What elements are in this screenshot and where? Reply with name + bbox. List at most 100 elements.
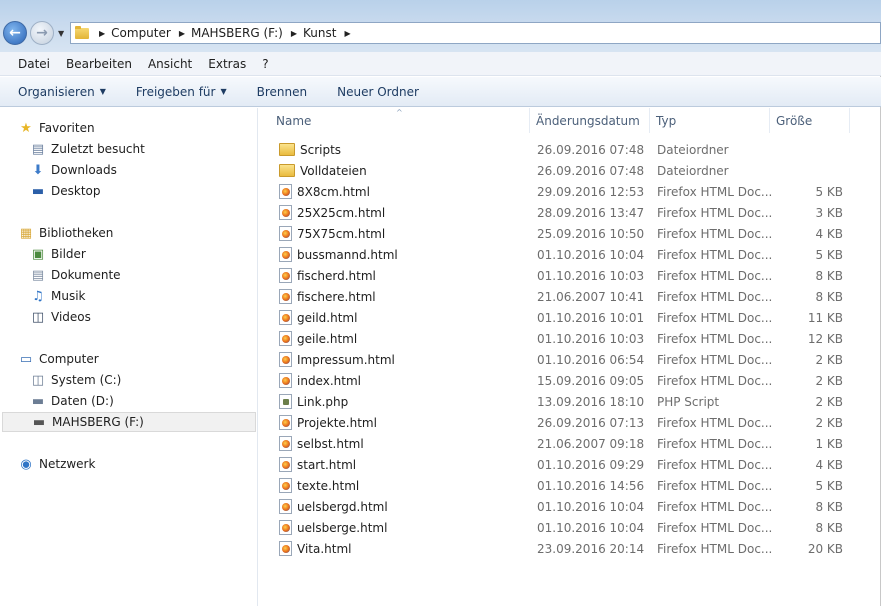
file-row[interactable]: 75X75cm.html 25.09.2016 10:50 Firefox HTML…: [259, 223, 880, 244]
nav-item-videos[interactable]: ◫ Videos: [30, 307, 91, 327]
file-row[interactable]: uelsbergd.html 01.10.2016 10:04 Firefox HT…: [259, 496, 880, 517]
file-row[interactable]: texte.html 01.10.2016 14:56 Firefox HTML D…: [259, 475, 880, 496]
file-row[interactable]: fischere.html 21.06.2007 10:41 Firefox HTM…: [259, 286, 880, 307]
nav-item-downloads[interactable]: ⬇ Downloads: [30, 160, 117, 180]
file-row[interactable]: start.html 01.10.2016 09:29 Firefox HTML D…: [259, 454, 880, 475]
recent-pages-dropdown-icon[interactable]: ▼: [58, 29, 64, 38]
nav-label: Zuletzt besucht: [51, 142, 145, 156]
file-type: Firefox HTML Doc...: [657, 478, 773, 493]
nav-item-documents[interactable]: ▤ Dokumente: [30, 265, 121, 285]
file-row[interactable]: geile.html 01.10.2016 10:03 Firefox HTML D…: [259, 328, 880, 349]
file-date: 01.10.2016 14:56: [537, 478, 645, 493]
nav-label: Bilder: [51, 247, 86, 261]
file-date: 25.09.2016 10:50: [537, 226, 645, 241]
forward-button[interactable]: →: [30, 21, 54, 45]
file-row[interactable]: 25X25cm.html 28.09.2016 13:47 Firefox HTML…: [259, 202, 880, 223]
menu-bearbeiten[interactable]: Bearbeiten: [58, 57, 140, 71]
firefox-html-icon: [279, 184, 292, 199]
file-row[interactable]: uelsberge.html 01.10.2016 10:04 Firefox HT…: [259, 517, 880, 538]
file-type: Firefox HTML Doc...: [657, 289, 773, 304]
breadcrumb-label: MAHSBERG (F:): [190, 26, 283, 40]
file-name: start.html: [297, 457, 357, 472]
file-name: bussmannd.html: [297, 247, 398, 262]
burn-button[interactable]: Brennen: [249, 85, 315, 99]
back-button[interactable]: ←: [3, 21, 27, 45]
file-row[interactable]: geild.html 01.10.2016 10:01 Firefox HTML D…: [259, 307, 880, 328]
nav-computer[interactable]: ▭ Computer: [18, 349, 99, 369]
file-row[interactable]: selbst.html 21.06.2007 09:18 Firefox HTML …: [259, 433, 880, 454]
share-button[interactable]: Freigeben für ▼: [128, 85, 235, 99]
menu-extras[interactable]: Extras: [200, 57, 254, 71]
nav-item-recent[interactable]: ▤ Zuletzt besucht: [30, 139, 145, 159]
nav-item-data-drive[interactable]: ▬ Daten (D:): [30, 391, 114, 411]
column-header-date[interactable]: Änderungsdatum: [530, 108, 650, 133]
file-name: index.html: [297, 373, 361, 388]
file-name-cell: bussmannd.html: [279, 244, 398, 265]
file-row[interactable]: 8X8cm.html 29.09.2016 12:53 Firefox HTML D…: [259, 181, 880, 202]
column-header-type[interactable]: Typ: [650, 108, 770, 133]
nav-item-music[interactable]: ♫ Musik: [30, 286, 85, 306]
file-size: 5 KB: [815, 247, 843, 262]
firefox-html-icon: [279, 478, 292, 493]
nav-network[interactable]: ◉ Netzwerk: [18, 454, 95, 474]
file-date: 26.09.2016 07:48: [537, 142, 645, 157]
file-type: Firefox HTML Doc...: [657, 310, 773, 325]
nav-item-mahsberg-drive[interactable]: ▬ MAHSBERG (F:): [2, 412, 256, 432]
column-label: Name: [276, 113, 312, 128]
menu-ansicht[interactable]: Ansicht: [140, 57, 200, 71]
nav-libraries[interactable]: ▦ Bibliotheken: [18, 223, 114, 243]
file-type: Firefox HTML Doc...: [657, 457, 773, 472]
file-size: 8 KB: [815, 499, 843, 514]
file-row[interactable]: index.html 15.09.2016 09:05 Firefox HTML D…: [259, 370, 880, 391]
breadcrumb-drive[interactable]: MAHSBERG (F:): [191, 26, 283, 40]
chevron-right-icon[interactable]: ▶: [99, 29, 105, 38]
file-list: ^ Name Änderungsdatum Typ Größe Scripts 2…: [259, 108, 880, 606]
explorer-window: ← → ▼ ▶ Computer ▶ MAHSBERG (F:) ▶ Kunst…: [0, 0, 881, 606]
file-size: [777, 139, 843, 160]
file-row[interactable]: Link.php 13.09.2016 18:10 PHP Script 2 KB: [259, 391, 880, 412]
new-folder-button[interactable]: Neuer Ordner: [329, 85, 427, 99]
file-name-cell: fischerd.html: [279, 265, 376, 286]
star-icon: ★: [20, 120, 32, 136]
breadcrumb-computer[interactable]: Computer: [111, 26, 171, 40]
file-name: 8X8cm.html: [297, 184, 370, 199]
chevron-right-icon[interactable]: ▶: [179, 29, 185, 38]
chevron-right-icon[interactable]: ▶: [291, 29, 297, 38]
file-row[interactable]: Volldateien 26.09.2016 07:48 Dateiordner: [259, 160, 880, 181]
music-icon: ♫: [32, 288, 44, 304]
file-date: 13.09.2016 18:10: [537, 394, 645, 409]
file-row[interactable]: Scripts 26.09.2016 07:48 Dateiordner: [259, 139, 880, 160]
file-row[interactable]: fischerd.html 01.10.2016 10:03 Firefox HTM…: [259, 265, 880, 286]
file-type: Firefox HTML Doc...: [657, 541, 773, 556]
file-row[interactable]: Impressum.html 01.10.2016 06:54 Firefox HT…: [259, 349, 880, 370]
file-row[interactable]: Vita.html 23.09.2016 20:14 Firefox HTML Do…: [259, 538, 880, 559]
file-date: 01.10.2016 10:04: [537, 520, 645, 535]
file-row[interactable]: bussmannd.html 01.10.2016 10:04 Firefox HT…: [259, 244, 880, 265]
column-label: Größe: [776, 113, 813, 128]
file-row[interactable]: Projekte.html 26.09.2016 07:13 Firefox HTM…: [259, 412, 880, 433]
nav-item-pictures[interactable]: ▣ Bilder: [30, 244, 86, 264]
breadcrumb-kunst[interactable]: Kunst: [303, 26, 336, 40]
menu-help[interactable]: ?: [254, 57, 276, 71]
nav-item-desktop[interactable]: ▬ Desktop: [30, 181, 101, 201]
nav-favorites[interactable]: ★ Favoriten: [18, 118, 94, 138]
nav-item-system-drive[interactable]: ◫ System (C:): [30, 370, 122, 390]
forward-arrow-icon: →: [36, 25, 48, 41]
file-type: Firefox HTML Doc...: [657, 415, 773, 430]
file-size: 4 KB: [815, 457, 843, 472]
organize-button[interactable]: Organisieren ▼: [10, 85, 114, 99]
file-size: 4 KB: [815, 226, 843, 241]
chevron-right-icon[interactable]: ▶: [344, 29, 350, 38]
file-size: 1 KB: [815, 436, 843, 451]
menu-datei[interactable]: Datei: [10, 57, 58, 71]
downloads-folder-icon: ⬇: [32, 162, 44, 178]
address-bar[interactable]: ▶ Computer ▶ MAHSBERG (F:) ▶ Kunst ▶: [70, 22, 881, 44]
file-name: uelsberge.html: [297, 520, 388, 535]
file-size: 20 KB: [807, 541, 843, 556]
file-name-cell: 8X8cm.html: [279, 181, 370, 202]
file-type: Firefox HTML Doc...: [657, 436, 773, 451]
column-header-name[interactable]: Name: [270, 108, 530, 133]
file-name-cell: geile.html: [279, 328, 357, 349]
firefox-html-icon: [279, 268, 292, 283]
column-header-size[interactable]: Größe: [770, 108, 850, 133]
